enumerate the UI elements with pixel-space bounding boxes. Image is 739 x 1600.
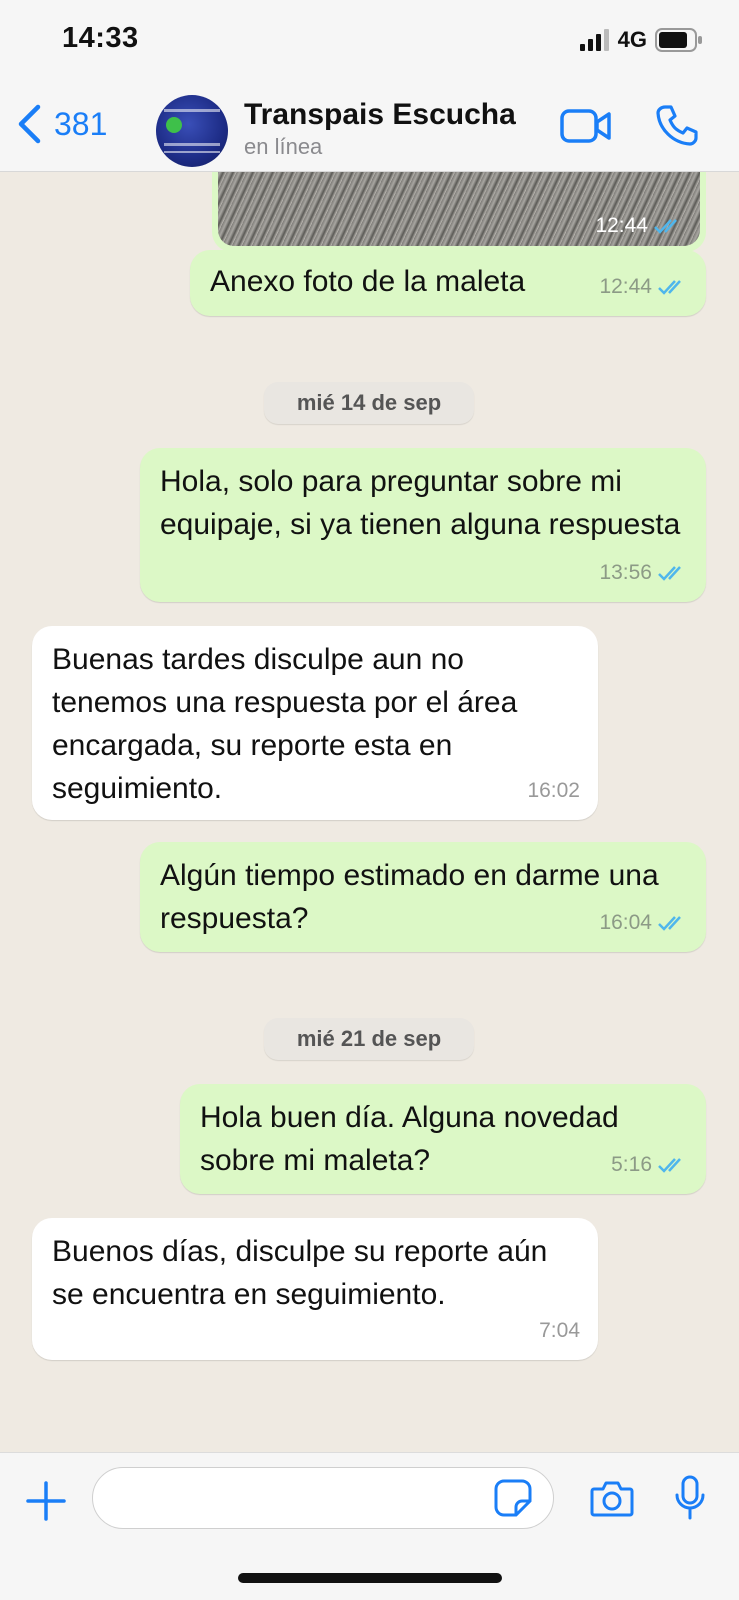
back-chevron-icon [18, 104, 41, 144]
message-time: 5:16 [611, 1153, 652, 1176]
message-meta: 13:56 [599, 551, 688, 594]
home-indicator [238, 1573, 502, 1583]
message-meta: 5:16 [611, 1143, 688, 1186]
message-meta: 16:04 [599, 901, 688, 944]
battery-icon [655, 28, 702, 52]
message-meta: 16:02 [527, 769, 580, 812]
message-time: 12:44 [595, 214, 648, 237]
message-time: 16:04 [599, 911, 652, 934]
message-time: 16:02 [527, 779, 580, 802]
message-meta: 12:44 [599, 265, 688, 308]
message-text: Hola buen día. Alguna novedad sobre mi m… [200, 1101, 619, 1177]
back-button[interactable]: 381 [16, 104, 107, 144]
message-composer [0, 1452, 739, 1600]
contact-avatar[interactable] [156, 95, 228, 167]
message-outgoing[interactable]: Algún tiempo estimado en darme una respu… [140, 842, 706, 952]
phone-icon[interactable] [656, 104, 698, 146]
message-input[interactable] [92, 1467, 554, 1529]
plus-icon[interactable] [26, 1481, 66, 1521]
suitcase-photo[interactable]: 12:44 [218, 172, 700, 246]
message-text: Hola, solo para preguntar sobre mi equip… [160, 465, 681, 541]
video-call-icon[interactable] [560, 108, 612, 144]
photo-message[interactable]: 12:44 [212, 172, 706, 252]
signal-icon [579, 29, 609, 51]
message-meta: 7:04 [539, 1309, 580, 1352]
contact-status: en línea [244, 134, 323, 159]
message-text: Anexo foto de la maleta [210, 265, 526, 298]
message-time: 7:04 [539, 1319, 580, 1342]
chat-header: 381 Transpais Escucha en línea [0, 78, 739, 172]
status-time: 14:33 [62, 22, 139, 54]
sticker-icon[interactable] [494, 1479, 532, 1517]
read-ticks-icon [658, 565, 681, 581]
contact-name[interactable]: Transpais Escucha [244, 98, 516, 132]
message-incoming[interactable]: Buenas tardes disculpe aun no tenemos un… [32, 626, 598, 820]
microphone-icon[interactable] [674, 1475, 706, 1521]
message-outgoing[interactable]: Anexo foto de la maleta 12:44 [190, 250, 706, 316]
date-separator: mié 14 de sep [264, 382, 474, 424]
date-separator: mié 21 de sep [264, 1018, 474, 1060]
read-ticks-icon [658, 1157, 681, 1173]
read-ticks-icon [654, 219, 677, 234]
camera-icon[interactable] [590, 1479, 634, 1517]
message-outgoing[interactable]: Hola, solo para preguntar sobre mi equip… [140, 448, 706, 602]
message-time: 12:44 [599, 275, 652, 298]
message-text: Buenas tardes disculpe aun no tenemos un… [52, 643, 518, 805]
read-ticks-icon [658, 279, 681, 295]
message-text: Buenos días, disculpe su reporte aún se … [52, 1235, 548, 1311]
status-indicators: 4G [579, 26, 703, 54]
network-label: 4G [617, 27, 647, 52]
message-meta: 12:44 [595, 214, 684, 238]
message-outgoing[interactable]: Hola buen día. Alguna novedad sobre mi m… [180, 1084, 706, 1194]
chat-area[interactable]: 12:44 Anexo foto de la maleta 12:44 mié … [0, 172, 739, 1452]
message-text: Algún tiempo estimado en darme una respu… [160, 859, 659, 935]
message-incoming[interactable]: Buenos días, disculpe su reporte aún se … [32, 1218, 598, 1360]
message-time: 13:56 [599, 561, 652, 584]
status-bar: 14:33 4G [0, 0, 739, 78]
read-ticks-icon [658, 915, 681, 931]
unread-count: 381 [54, 105, 108, 142]
